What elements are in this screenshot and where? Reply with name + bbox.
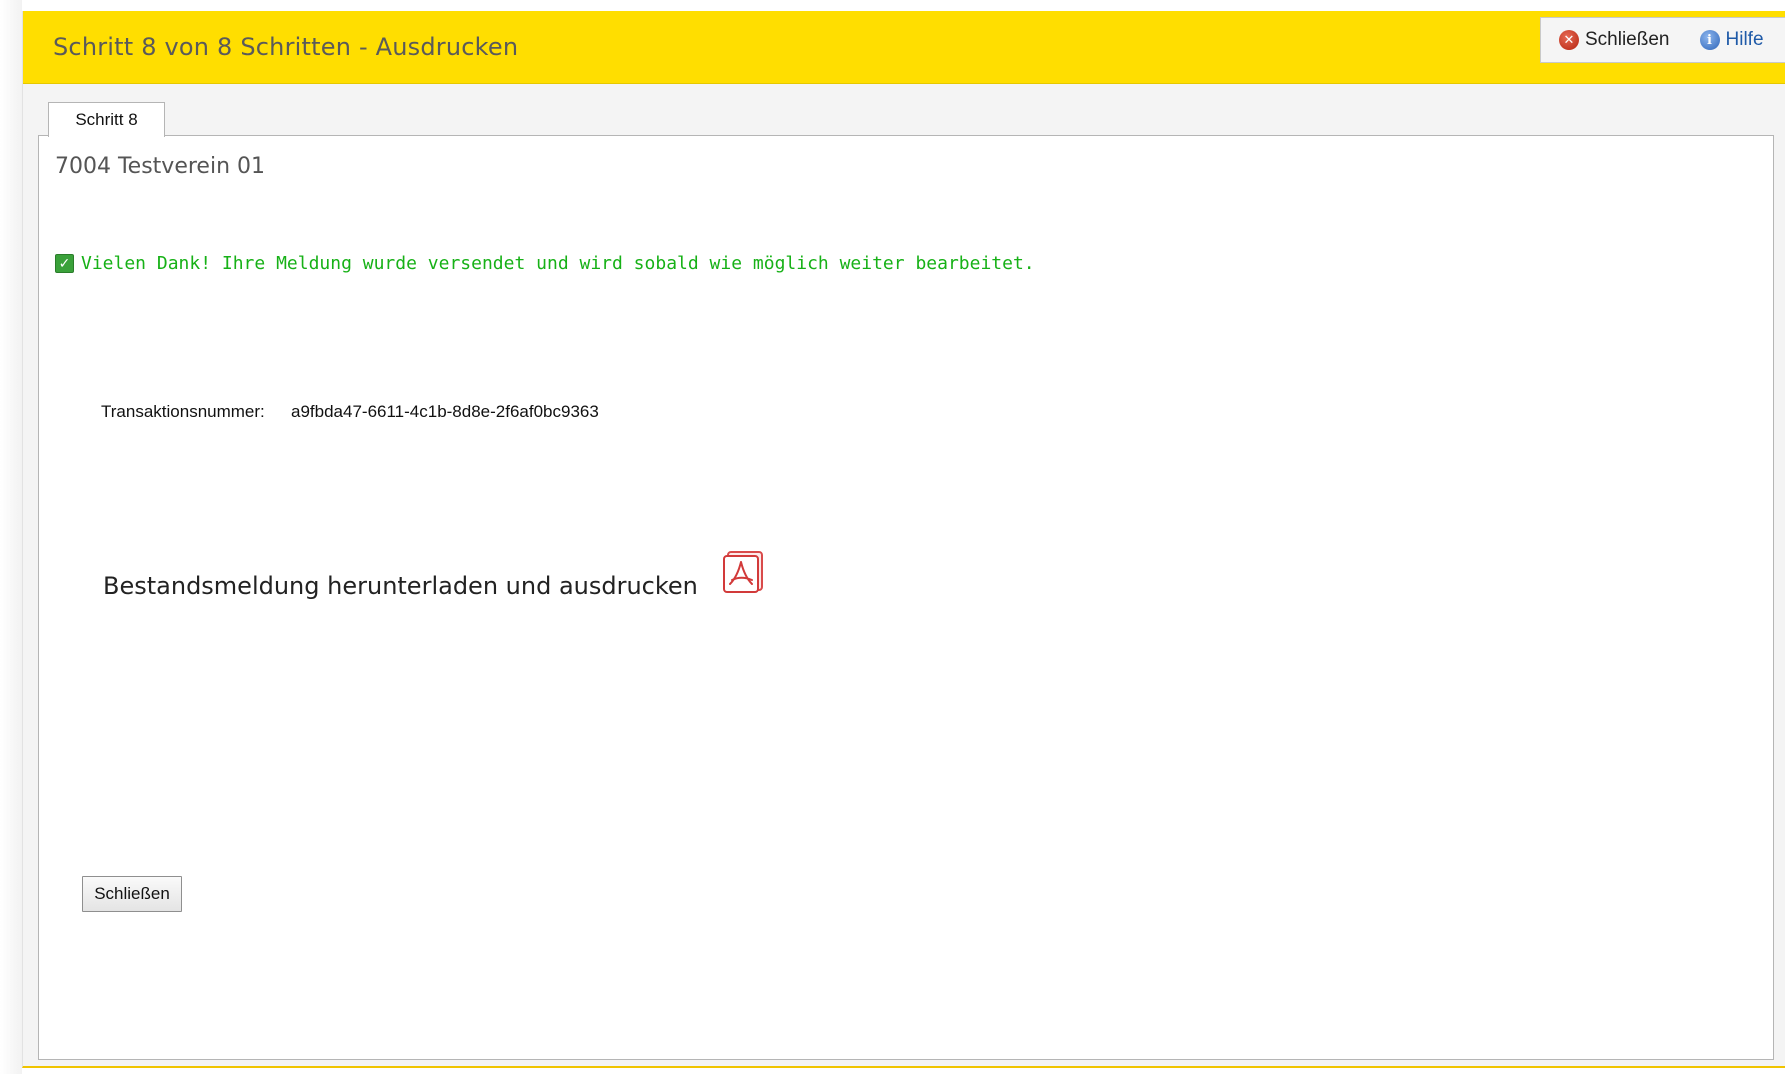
- pdf-icon[interactable]: [722, 550, 766, 594]
- step-panel: 7004 Testverein 01 ✓ Vielen Dank! Ihre M…: [38, 135, 1774, 1060]
- transaction-row: Transaktionsnummer: a9fbda47-6611-4c1b-8…: [101, 402, 599, 422]
- close-icon: ✕: [1559, 30, 1579, 50]
- download-label: Bestandsmeldung herunterladen und ausdru…: [103, 572, 698, 600]
- organization-name: 7004 Testverein 01: [55, 154, 265, 179]
- window-close-label: Schließen: [1585, 29, 1670, 50]
- page-background: [0, 0, 22, 1074]
- tab-step-8[interactable]: Schritt 8: [48, 102, 165, 137]
- wizard-window: Schritt 8 von 8 Schritten - Ausdrucken ✕…: [22, 11, 1785, 1068]
- close-button[interactable]: Schließen: [82, 876, 182, 912]
- transaction-number: a9fbda47-6611-4c1b-8d8e-2f6af0bc9363: [291, 402, 599, 421]
- help-label: Hilfe: [1725, 29, 1764, 50]
- window-close-button[interactable]: ✕ Schließen: [1559, 18, 1670, 62]
- checkbox-checked-icon: ✓: [55, 254, 74, 273]
- window-titlebar: Schritt 8 von 8 Schritten - Ausdrucken ✕…: [23, 11, 1785, 84]
- transaction-label: Transaktionsnummer:: [101, 402, 265, 421]
- help-button[interactable]: i Hilfe: [1699, 18, 1764, 62]
- download-row: Bestandsmeldung herunterladen und ausdru…: [103, 550, 766, 600]
- window-title: Schritt 8 von 8 Schritten - Ausdrucken: [53, 33, 519, 61]
- info-icon: i: [1699, 30, 1720, 50]
- window-actions: ✕ Schließen i Hilfe: [1540, 17, 1785, 63]
- success-message: ✓ Vielen Dank! Ihre Meldung wurde versen…: [55, 253, 1035, 274]
- success-message-text: Vielen Dank! Ihre Meldung wurde versende…: [81, 253, 1035, 274]
